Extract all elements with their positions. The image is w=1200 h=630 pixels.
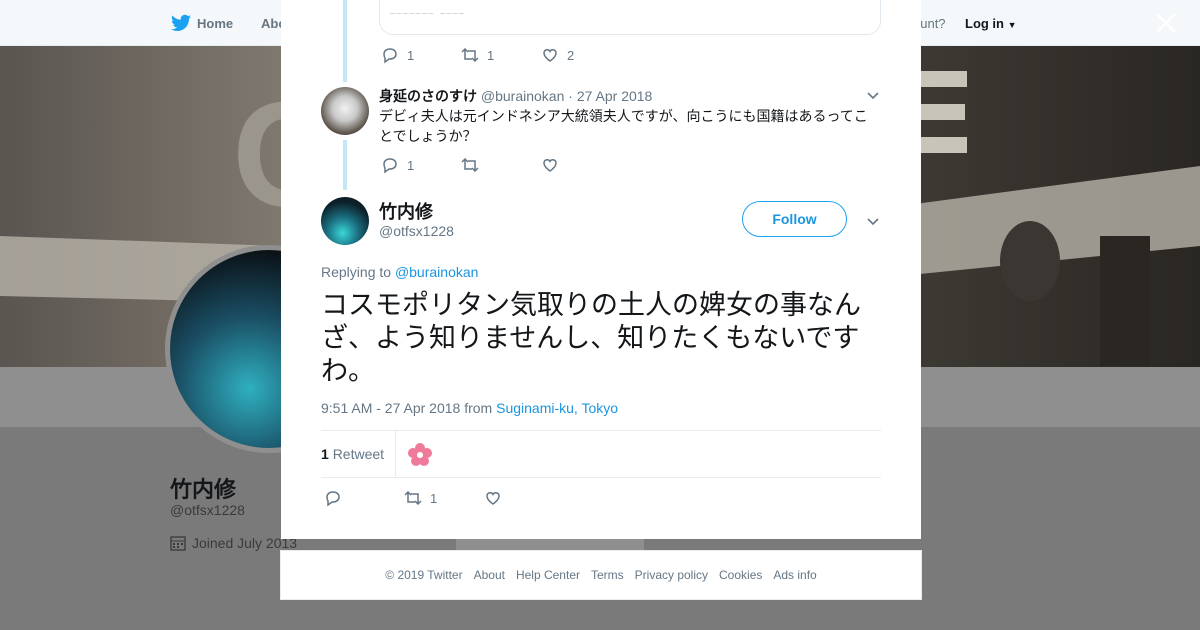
retweet-icon	[404, 490, 422, 506]
reply-icon	[383, 158, 397, 174]
like-action[interactable]	[484, 489, 564, 507]
like-count: 2	[567, 47, 575, 63]
profile-handle: @otfsx1228	[170, 502, 245, 518]
chevron-down-icon[interactable]	[866, 214, 880, 228]
nav-home-link[interactable]: Home	[171, 14, 233, 32]
nav-home-label: Home	[197, 15, 234, 31]
heart-icon	[543, 159, 557, 172]
retweet-action[interactable]: 1	[404, 489, 484, 507]
stat-divider	[395, 431, 396, 478]
reply-author-avatar[interactable]	[321, 87, 369, 135]
reply-action[interactable]: 1	[381, 46, 461, 64]
main-author-handle[interactable]: @otfsx1228	[379, 223, 454, 239]
main-author-name[interactable]: 竹内修	[379, 198, 433, 224]
retweet-stat-count: 1	[321, 446, 329, 462]
retweeter-avatar[interactable]	[407, 442, 433, 468]
previous-tweet-card[interactable]: — — — — — — — — — — — — — — — — —	[379, 0, 881, 35]
retweet-stat[interactable]: 1 Retweet	[321, 446, 384, 462]
heart-icon	[486, 492, 500, 505]
flower-icon	[408, 443, 432, 466]
replying-prefix: Replying to	[321, 264, 392, 280]
main-author-avatar[interactable]	[321, 197, 369, 245]
like-action[interactable]: 2	[541, 46, 621, 64]
reply-date[interactable]: · 27 Apr 2018	[568, 88, 652, 104]
footer-copyright: © 2019 Twitter	[385, 568, 463, 582]
main-tweet-text: コスモポリタン気取りの土人の婢女の事なんざ、よう知りませんし、知りたくもないです…	[321, 290, 861, 386]
reply-tweet-text: デビィ夫人は元インドネシア大統領夫人ですが、向こうにも国籍はあるってことでしょう…	[379, 108, 868, 144]
main-tweet-actions: 1	[324, 489, 564, 507]
reply-action[interactable]	[324, 489, 404, 507]
replying-to: Replying to @burainokan	[321, 264, 478, 280]
profile-name: 竹内修	[170, 477, 237, 502]
footer-help-link[interactable]: Help Center	[516, 568, 580, 582]
tweet-time: 9:51 AM - 27 Apr 2018 from	[321, 400, 493, 416]
reply-icon	[383, 48, 397, 64]
previous-tweet-actions: 1 1 2	[381, 46, 621, 64]
reply-action[interactable]: 1	[381, 156, 461, 174]
reply-count: 1	[407, 157, 415, 173]
footer-terms-link[interactable]: Terms	[591, 568, 624, 582]
footer-cookies-link[interactable]: Cookies	[719, 568, 762, 582]
reply-author-handle[interactable]: @burainokan	[481, 88, 565, 104]
heart-icon	[543, 49, 557, 62]
reply-icon	[326, 491, 340, 507]
follow-button[interactable]: Follow	[742, 201, 847, 237]
login-label: Log in	[965, 16, 1004, 31]
tweet-stats: 1 Retweet	[321, 430, 881, 478]
retweet-icon	[461, 47, 479, 63]
twitter-bird-icon	[171, 14, 191, 31]
thread-line-top	[343, 0, 347, 82]
retweet-stat-label: Retweet	[332, 446, 385, 462]
retweet-action[interactable]	[461, 156, 541, 174]
footer-about-link[interactable]: About	[474, 568, 505, 582]
retweet-icon	[461, 157, 479, 173]
footer: © 2019 Twitter About Help Center Terms P…	[280, 550, 922, 600]
tweet-location-link[interactable]: Suginami-ku, Tokyo	[496, 400, 618, 416]
tweet-modal: — — — — — — — — — — — — — — — — — 1 1 2 …	[281, 0, 921, 539]
retweet-action[interactable]: 1	[461, 46, 541, 64]
reply-tweet-header: 身延のさのすけ @burainokan · 27 Apr 2018	[379, 86, 652, 106]
tweet-timestamp: 9:51 AM - 27 Apr 2018 from Suginami-ku, …	[321, 400, 618, 416]
retweet-count: 1	[430, 490, 438, 506]
footer-privacy-link[interactable]: Privacy policy	[635, 568, 708, 582]
caret-down-icon: ▼	[1007, 20, 1017, 30]
reply-count: 1	[407, 47, 415, 63]
footer-links: © 2019 Twitter About Help Center Terms P…	[281, 568, 921, 582]
login-link[interactable]: Log in ▼	[965, 16, 1017, 31]
close-icon[interactable]	[1153, 12, 1179, 38]
retweet-count: 1	[487, 47, 495, 63]
thread-line-mid	[343, 140, 347, 190]
replying-to-link[interactable]: @burainokan	[395, 264, 479, 280]
calendar-icon	[170, 536, 186, 551]
chevron-down-icon[interactable]	[866, 88, 880, 102]
profile-joined: Joined July 2013	[170, 535, 297, 551]
footer-ads-link[interactable]: Ads info	[773, 568, 816, 582]
like-action[interactable]	[541, 156, 621, 174]
reply-tweet-actions: 1	[381, 156, 621, 174]
reply-author-name[interactable]: 身延のさのすけ	[379, 88, 477, 104]
